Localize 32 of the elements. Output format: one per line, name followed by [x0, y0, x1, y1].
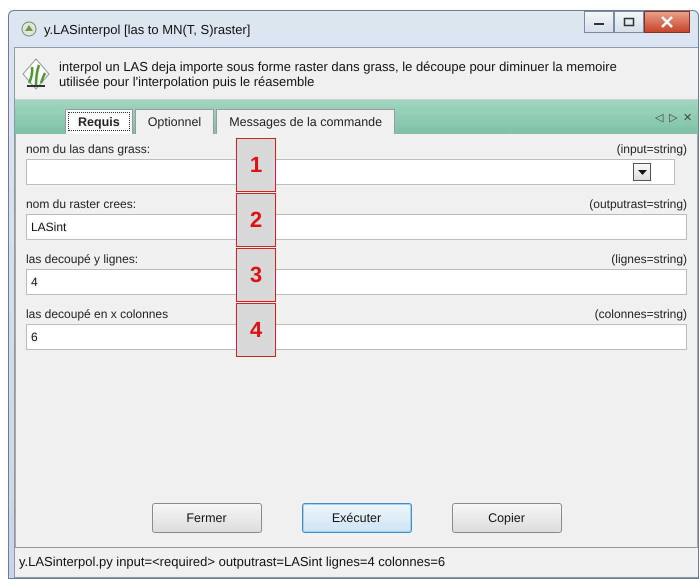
close-icon	[660, 16, 674, 28]
field-label: las decoupé en x colonnes	[26, 307, 168, 323]
dialog-button[interactable]: Copier	[452, 503, 562, 533]
field-label: nom du las dans grass:	[26, 142, 150, 158]
tab[interactable]: Requis	[65, 109, 133, 134]
minimize-button[interactable]	[584, 11, 614, 33]
parameter-name: (lignes=string)	[611, 252, 687, 268]
number-callout: 1	[236, 138, 276, 192]
number-callout: 2	[236, 193, 276, 247]
parameter-name: (outputrast=string)	[589, 197, 687, 213]
maximize-icon	[623, 17, 635, 27]
close-button[interactable]	[644, 11, 690, 33]
app-icon	[20, 20, 38, 38]
tab[interactable]: Messages de la commande	[216, 109, 396, 134]
maximize-button[interactable]	[614, 11, 644, 33]
dropdown-button[interactable]	[633, 163, 651, 181]
field-label: nom du raster crees:	[26, 197, 136, 213]
tab-nav-button[interactable]: ◁	[655, 110, 663, 124]
tab-nav-button[interactable]: ✕	[683, 110, 692, 124]
description-text: interpol un LAS deja importe sous forme raster dans grass, le découpe pour diminuer la memoire utilisée pour l'interpolation puis le réasemble	[59, 58, 618, 88]
tab[interactable]: Optionnel	[134, 109, 214, 134]
caret-icon	[638, 170, 646, 174]
parameter-name: (input=string)	[616, 142, 687, 158]
tab-nav-button[interactable]: ▷	[669, 110, 677, 124]
dialog-button[interactable]: Fermer	[152, 503, 262, 533]
parameter-name: (colonnes=string)	[594, 307, 687, 323]
field-label: las decoupé y lignes:	[26, 252, 138, 268]
dialog-button[interactable]: Exécuter	[302, 503, 412, 533]
number-callout: 4	[236, 303, 276, 357]
grass-logo-icon	[21, 56, 51, 90]
window-title: y.LASinterpol [las to MN(T, S)raster]	[44, 22, 250, 36]
number-callout: 3	[236, 248, 276, 302]
